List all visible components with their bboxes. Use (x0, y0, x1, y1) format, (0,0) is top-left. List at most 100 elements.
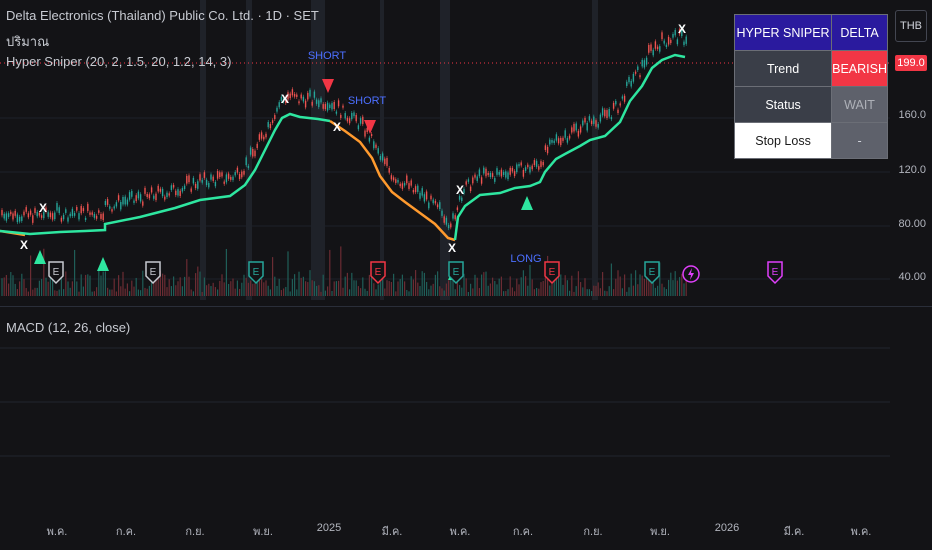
volume-bar (632, 285, 634, 296)
pane-divider[interactable] (0, 306, 932, 307)
candle-body (271, 120, 274, 124)
candle-body (538, 166, 540, 170)
volume-bar (186, 259, 188, 296)
volume-bar (280, 290, 282, 296)
candle-body (641, 59, 643, 67)
candle-body (190, 188, 192, 192)
candle-body (498, 171, 500, 175)
candle-body (412, 189, 415, 193)
volume-bar (135, 277, 137, 296)
candle-body (637, 66, 639, 71)
candle-body (133, 200, 135, 203)
volume-bar (371, 275, 373, 296)
candle-body (533, 160, 536, 166)
volume-bar (393, 273, 395, 296)
volume-bar (206, 285, 208, 296)
volume-bar (434, 274, 436, 296)
volume-bar (45, 277, 47, 296)
macd-legend[interactable]: MACD (12, 26, close) (6, 320, 130, 335)
volume-bar (674, 271, 676, 296)
candle-body (648, 44, 650, 53)
volume-bar (509, 276, 511, 296)
volume-bar (14, 283, 16, 296)
candle-body (476, 176, 478, 181)
macd-pane[interactable] (0, 318, 890, 512)
candle-body (485, 168, 487, 177)
volume-bar (27, 291, 29, 296)
earnings-marker-letter: E (772, 267, 779, 278)
volume-bar (331, 290, 333, 296)
volume-bar (423, 272, 425, 296)
volume-bar (553, 280, 555, 296)
candle-body (414, 186, 417, 193)
candle-body (199, 174, 201, 181)
earnings-marker-letter: E (649, 267, 656, 278)
candle-body (423, 194, 426, 202)
candle-body (1, 209, 3, 216)
time-axis[interactable]: พ.ค. ก.ค. ก.ย. พ.ย. 2025 มี.ค. พ.ค. ก.ค.… (0, 512, 890, 550)
candle-body (509, 167, 511, 175)
volume-bar (573, 291, 575, 296)
candle-body (274, 115, 276, 120)
volume-bar (417, 282, 419, 296)
volume-bar (388, 281, 390, 296)
volume-bar (485, 271, 487, 296)
volume-bar (285, 286, 287, 296)
candle-body (546, 146, 549, 154)
candle-body (7, 213, 10, 217)
symbol-legend[interactable]: Delta Electronics (Thailand) Public Co. … (6, 8, 319, 23)
candle-body (654, 41, 657, 49)
volume-bar (296, 289, 298, 296)
volume-bar (549, 285, 551, 296)
candle-body (564, 130, 566, 138)
candle-body (120, 202, 122, 210)
last-price-label: 199.0 (895, 55, 927, 71)
candle-body (406, 175, 408, 184)
candle-body (153, 195, 155, 199)
volume-bar (395, 291, 397, 296)
volume-bar (518, 284, 520, 296)
candle-body (263, 136, 265, 140)
status-label: Status (733, 86, 833, 123)
exit-signal-marker: X (678, 22, 686, 36)
volume-legend[interactable]: ปริมาณ (6, 31, 49, 52)
volume-bar (421, 271, 423, 296)
volume-bar (76, 281, 78, 296)
volume-bar (536, 287, 538, 296)
price-scale[interactable]: 160.0 120.0 80.00 40.00 (890, 0, 932, 512)
indicator-legend[interactable]: Hyper Sniper (20, 2, 1.5, 20, 1.2, 14, 3… (6, 54, 231, 69)
candle-body (434, 200, 437, 204)
candle-body (401, 183, 404, 189)
volume-bar (390, 281, 392, 296)
volume-bar (91, 291, 93, 296)
candle-body (267, 122, 269, 128)
volume-bar (179, 277, 181, 296)
volume-bar (584, 278, 586, 296)
volume-bar (269, 289, 271, 296)
candle-body (582, 120, 584, 126)
volume-bar (399, 278, 401, 296)
volume-bar (140, 290, 142, 296)
volume-bar (465, 278, 467, 296)
volume-bar (208, 283, 210, 296)
candle-body (128, 192, 131, 200)
candle-body (595, 120, 597, 127)
candle-body (667, 36, 670, 45)
currency-button[interactable]: THB (895, 10, 927, 42)
candle-body (388, 167, 390, 173)
volume-bar (342, 287, 344, 296)
volume-bar (265, 280, 267, 296)
candle-body (82, 208, 85, 212)
volume-bar (432, 283, 434, 296)
candle-body (507, 172, 509, 180)
candle-body (318, 100, 320, 108)
volume-bar (630, 273, 632, 296)
volume-bar (5, 274, 7, 296)
volume-bar (437, 271, 439, 296)
volume-bar (459, 285, 461, 296)
candle-body (289, 93, 291, 99)
candle-body (216, 171, 219, 179)
volume-bar (397, 281, 399, 296)
candle-body (320, 98, 322, 103)
volume-bar (404, 281, 406, 296)
